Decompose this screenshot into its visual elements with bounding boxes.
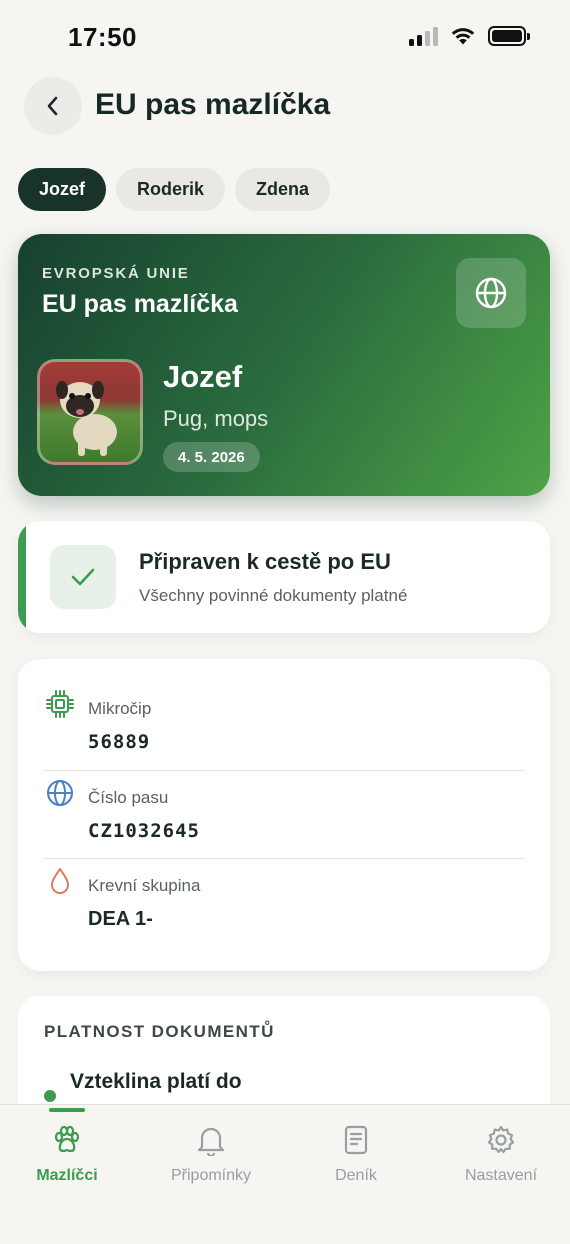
signal-icon (409, 26, 438, 46)
globe-icon (43, 776, 77, 810)
back-button[interactable] (24, 77, 82, 135)
paw-icon (54, 1125, 80, 1153)
status-check-badge (50, 545, 116, 609)
tab-label: Mazlíčci (36, 1167, 98, 1184)
language-button[interactable] (456, 258, 526, 328)
globe-icon (475, 277, 507, 309)
pet-chip-jozef[interactable]: Jozef (18, 168, 107, 211)
status-accent-bar (18, 521, 26, 633)
microchip-row[interactable]: Mikročip 56889 (43, 659, 525, 753)
tab-bar: Mazlíčci Připomínky Deník Nastavení (0, 1104, 570, 1244)
pet-breed: Pug, mops (163, 406, 269, 431)
passport-number-row[interactable]: Číslo pasu CZ1032645 (43, 748, 525, 842)
status-bar: 17:50 (0, 0, 570, 76)
documents-heading: PLATNOST DOKUMENTŮ (44, 1022, 275, 1041)
check-icon (71, 568, 95, 586)
status-icons (409, 26, 530, 46)
tab-pripominky[interactable]: Připomínky (140, 1105, 282, 1205)
gear-icon (487, 1125, 515, 1154)
document-item-label[interactable]: Vzteklina platí do (70, 1070, 242, 1094)
passport-card[interactable]: EVROPSKÁ UNIE EU pas mazlíčka Jozef Pug,… (18, 234, 550, 496)
pug-photo-icon (56, 381, 117, 456)
travel-status-card: Připraven k cestě po EU Všechny povinné … (18, 521, 550, 633)
tab-mazlicci[interactable]: Mazlíčci (0, 1105, 138, 1205)
pet-selector: Jozef Roderik Zdena (18, 168, 331, 211)
passport-title: EU pas mazlíčka (42, 290, 238, 318)
tab-denik[interactable]: Deník (285, 1105, 427, 1205)
pet-info-card: Mikročip 56889 Číslo pasu CZ1032645 Krev… (18, 659, 550, 971)
microchip-label: Mikročip (88, 699, 152, 718)
pet-name: Jozef (163, 359, 243, 394)
tab-label: Nastavení (464, 1167, 538, 1184)
chip-icon (43, 687, 77, 721)
wifi-icon (451, 28, 475, 45)
bell-icon (197, 1127, 225, 1156)
pet-chip-zdena[interactable]: Zdena (235, 168, 331, 211)
drop-icon (43, 864, 77, 898)
blood-type-label: Krevní skupina (88, 876, 201, 895)
travel-status-title: Připraven k cestě po EU (139, 549, 391, 574)
travel-status-subtitle: Všechny povinné dokumenty platné (139, 586, 408, 605)
battery-icon (488, 26, 530, 46)
pet-chip-roderik[interactable]: Roderik (116, 168, 226, 211)
tab-label: Připomínky (170, 1167, 252, 1184)
pet-date-badge: 4. 5. 2026 (163, 442, 260, 472)
pet-photo (37, 359, 143, 465)
blood-type-value: DEA 1- (88, 908, 153, 930)
document-icon (344, 1125, 368, 1155)
passport-number-label: Číslo pasu (88, 788, 169, 807)
blood-type-row[interactable]: Krevní skupina DEA 1- (43, 836, 525, 930)
tab-label: Deník (335, 1167, 377, 1184)
page-title: EU pas mazlíčka (95, 88, 331, 121)
document-status-dot (44, 1090, 56, 1102)
chevron-left-icon (47, 96, 58, 116)
tab-nastaveni[interactable]: Nastavení (430, 1105, 570, 1205)
passport-eyebrow: EVROPSKÁ UNIE (42, 265, 190, 282)
status-time: 17:50 (68, 22, 137, 52)
